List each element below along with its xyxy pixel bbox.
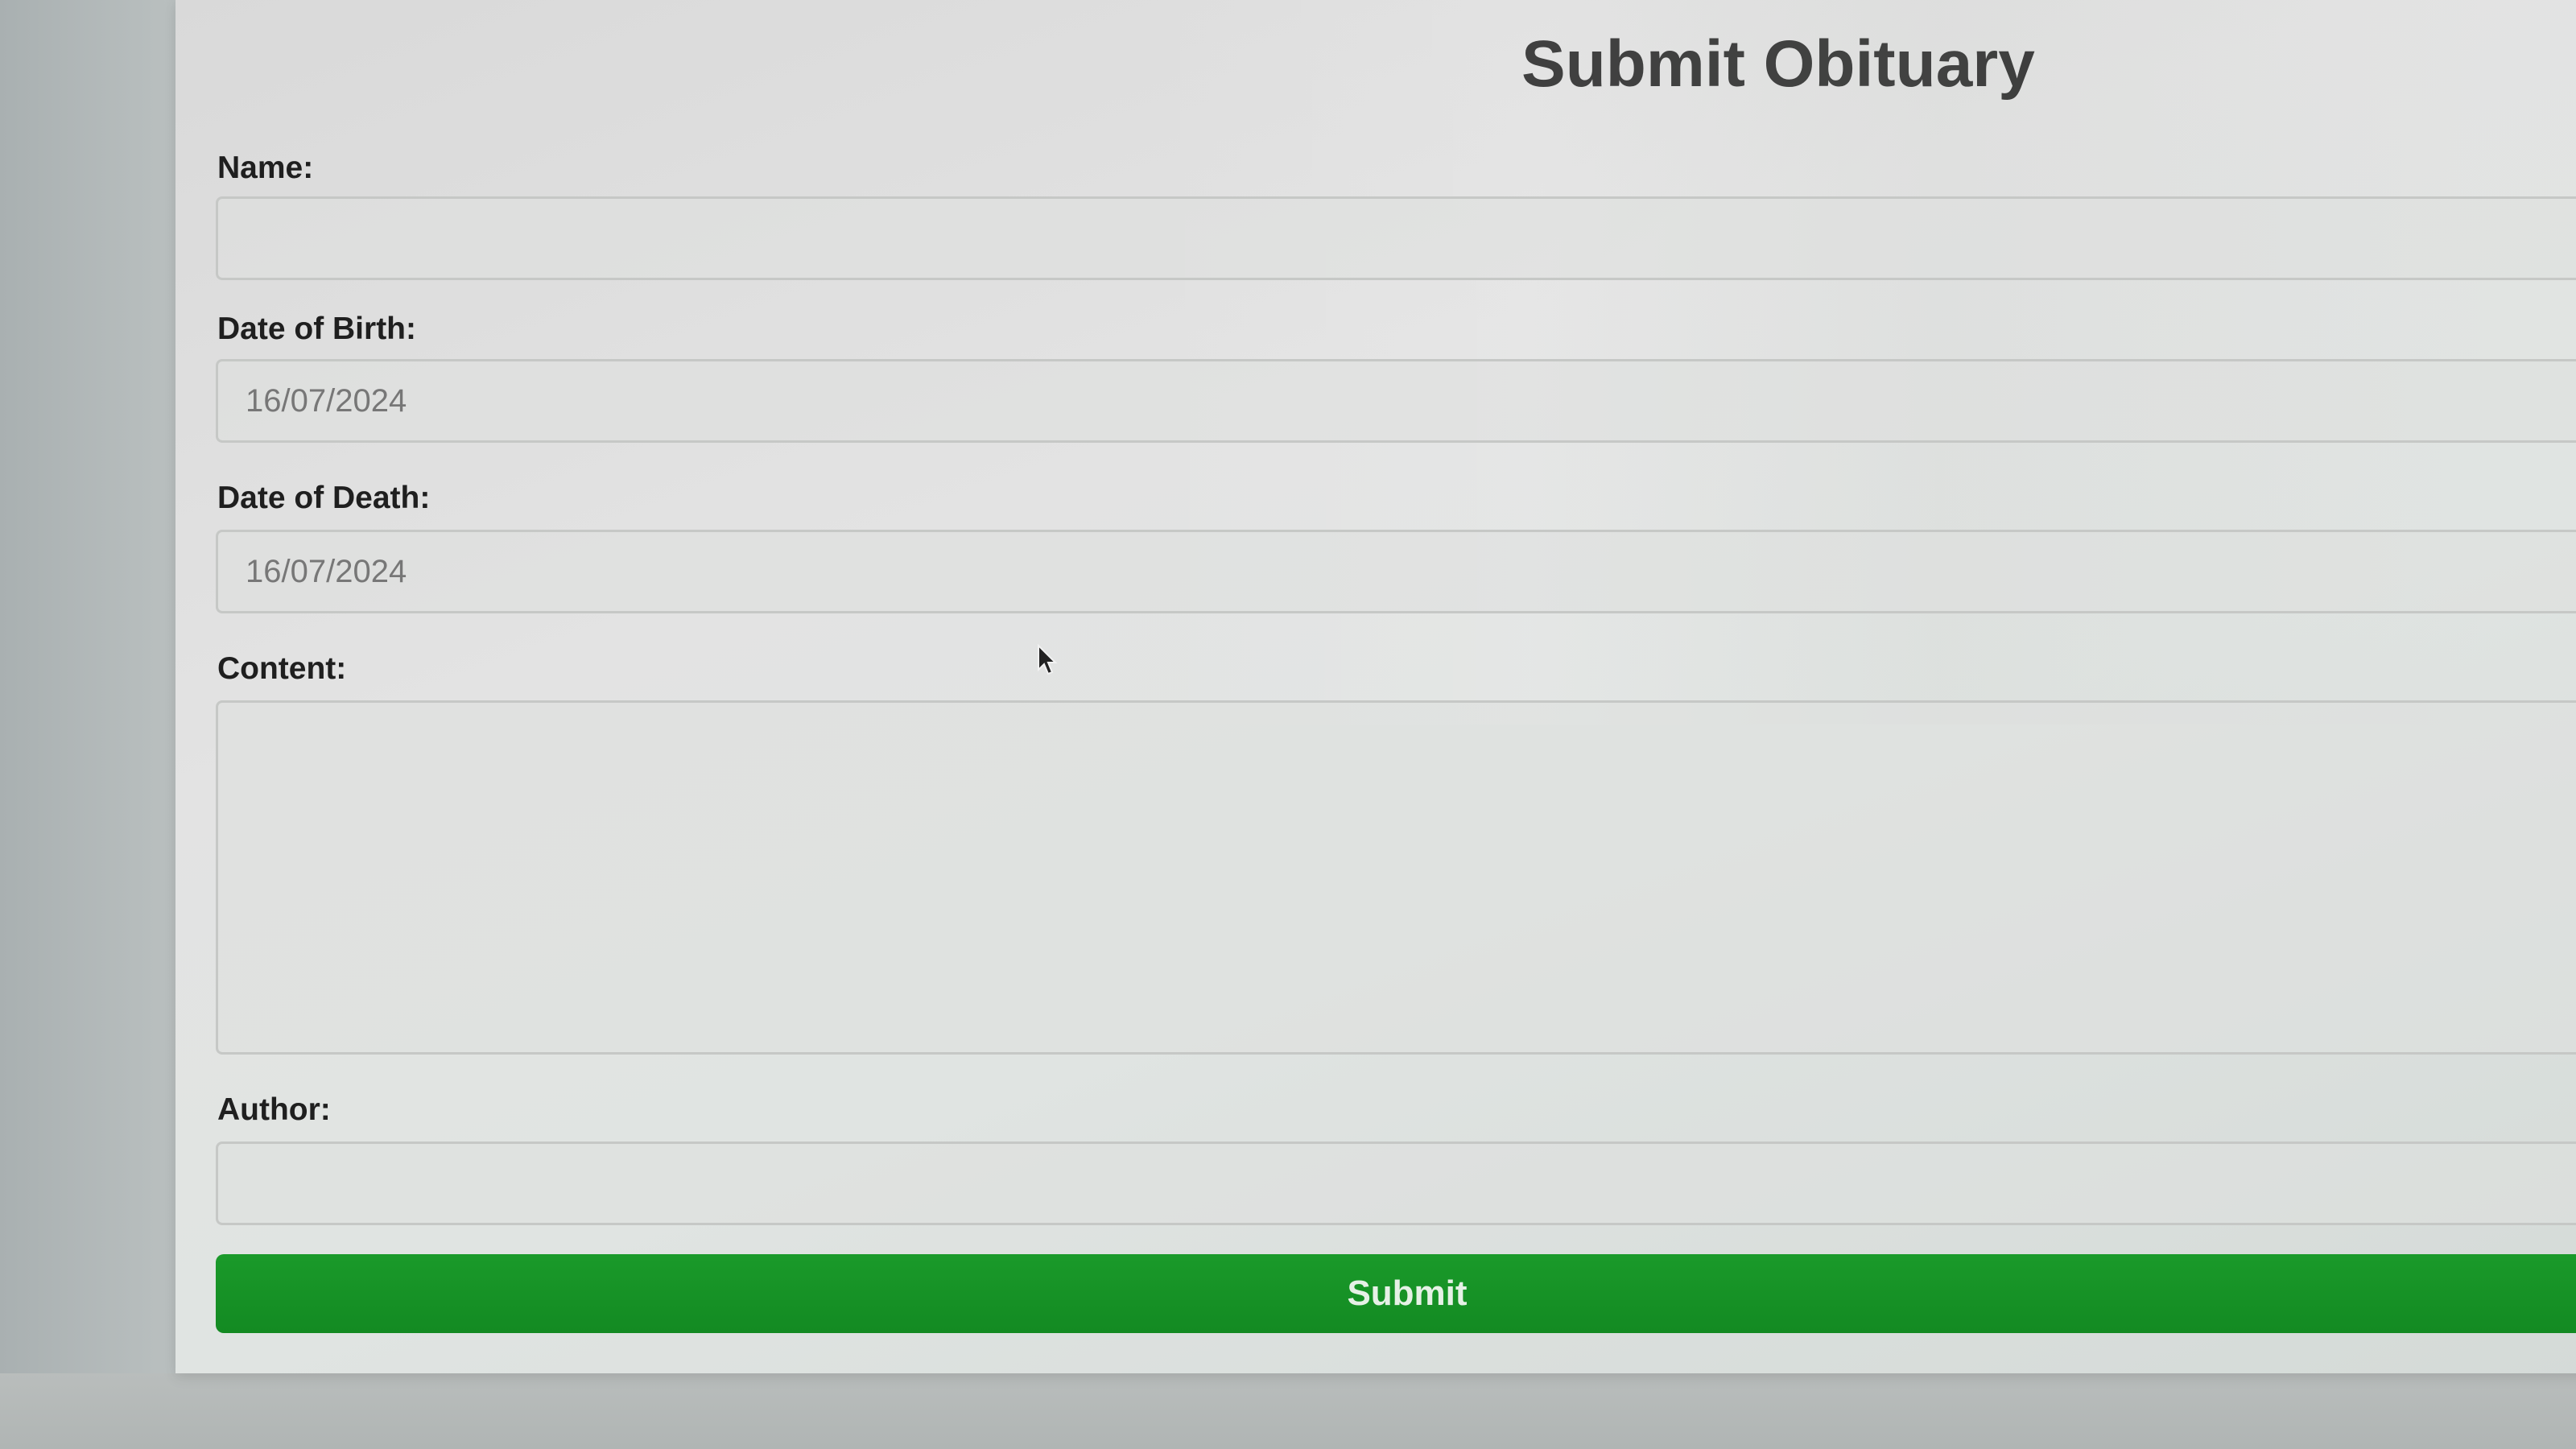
bottom-margin [0, 1373, 2576, 1449]
author-input[interactable] [216, 1141, 2576, 1225]
page-title: Submit Obituary [1521, 27, 2035, 101]
date-of-death-input[interactable] [216, 530, 2576, 613]
content-label: Content: [217, 651, 347, 686]
name-input[interactable] [216, 196, 2576, 280]
date-of-birth-input[interactable] [216, 359, 2576, 443]
submit-button-label: Submit [1347, 1274, 1468, 1313]
author-label: Author: [217, 1092, 331, 1127]
date-of-death-label: Date of Death: [217, 481, 431, 515]
submit-button[interactable]: Submit [216, 1254, 2576, 1333]
date-of-birth-label: Date of Birth: [217, 312, 416, 346]
content-textarea[interactable] [216, 700, 2576, 1055]
mouse-pointer-icon [1038, 644, 1058, 675]
name-label: Name: [217, 151, 314, 185]
